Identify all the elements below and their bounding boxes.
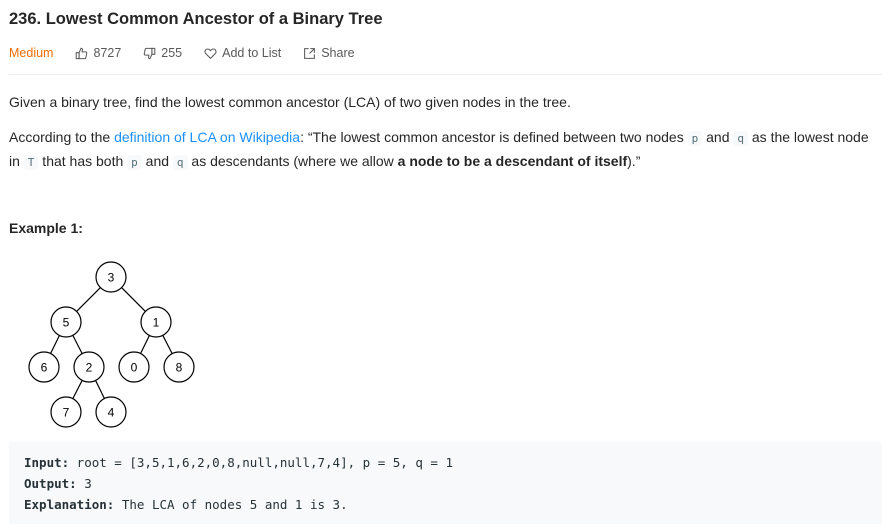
tree-node-4: 4 xyxy=(95,396,127,428)
input-value: root = [3,5,1,6,2,0,8,null,null,7,4], p … xyxy=(69,455,453,470)
tree-node-5: 5 xyxy=(50,306,82,338)
tree-node-8: 8 xyxy=(163,351,195,383)
tree-node-label: 5 xyxy=(63,316,70,330)
tree-node-2: 2 xyxy=(73,351,105,383)
explanation-label: Explanation: xyxy=(24,497,115,512)
example-1-block: Input: root = [3,5,1,6,2,0,8,null,null,7… xyxy=(9,442,882,524)
tree-node-7: 7 xyxy=(50,396,82,428)
tree-edge xyxy=(140,335,150,354)
example-output-line: Output: 3 xyxy=(24,476,92,491)
tree-node-1: 1 xyxy=(140,306,172,338)
example-input-line: Input: root = [3,5,1,6,2,0,8,null,null,7… xyxy=(24,455,453,470)
tree-edge xyxy=(72,335,83,354)
share-icon xyxy=(304,47,316,59)
tree-node-6: 6 xyxy=(28,351,60,383)
tree-node-0: 0 xyxy=(118,351,150,383)
tree-edge xyxy=(121,287,146,312)
tree-node-label: 0 xyxy=(131,361,138,375)
binary-tree-diagram: 3 5 1 6 2 0 8 7 4 xyxy=(28,261,195,428)
text-span: : “The lowest common ancestor is defined… xyxy=(300,129,688,145)
tree-node-label: 7 xyxy=(63,406,70,420)
tree-node-label: 3 xyxy=(108,271,115,285)
text-span: and xyxy=(702,129,734,145)
tree-node-3: 3 xyxy=(95,261,127,293)
tree-node-label: 8 xyxy=(176,361,183,375)
tree-node-label: 4 xyxy=(108,406,115,420)
tree-edge xyxy=(76,287,101,312)
tree-node-label: 6 xyxy=(41,361,48,375)
share-label: Share xyxy=(321,46,355,60)
output-value: 3 xyxy=(76,476,92,491)
text-span: ).” xyxy=(627,153,641,169)
tree-edge xyxy=(72,380,83,399)
add-to-list-label: Add to List xyxy=(222,46,282,60)
code-p: p xyxy=(687,131,703,146)
input-label: Input: xyxy=(24,455,70,470)
bold-phrase: a node to be a descendant of itself xyxy=(397,153,628,169)
output-label: Output: xyxy=(24,476,77,491)
share-button[interactable]: Share xyxy=(303,46,355,60)
tree-node-label: 1 xyxy=(153,316,160,330)
tree-edge xyxy=(50,335,60,354)
example-explanation-line: Explanation: The LCA of nodes 5 and 1 is… xyxy=(24,497,348,512)
tree-edge xyxy=(162,335,173,354)
tree-node-label: 2 xyxy=(86,361,93,375)
explanation-value: The LCA of nodes 5 and 1 is 3. xyxy=(114,497,348,512)
code-q: q xyxy=(733,131,748,146)
tree-edge xyxy=(95,380,105,399)
